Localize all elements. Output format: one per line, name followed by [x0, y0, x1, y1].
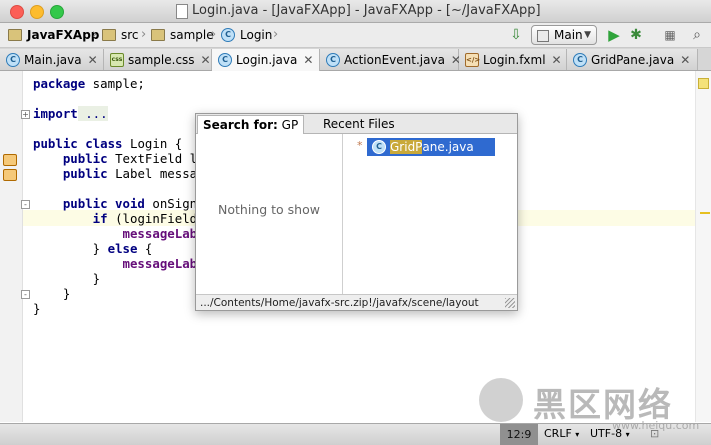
package-icon [151, 29, 165, 41]
run-config-icon [537, 30, 549, 42]
breadcrumb-separator-icon: › [92, 27, 98, 42]
recent-files-popup: Search for: GP Recent Files Nothing to s… [195, 113, 518, 311]
modified-star-icon: * [357, 139, 363, 152]
chevron-down-icon: ▼ [584, 30, 591, 40]
code-line: } [33, 301, 41, 316]
close-icon[interactable]: ✕ [552, 53, 562, 67]
class-icon: C [218, 53, 232, 67]
breadcrumb-src[interactable]: src [102, 27, 139, 43]
tab-sample-css[interactable]: css sample.css ✕ [104, 49, 212, 70]
css-file-icon: css [110, 52, 124, 67]
close-icon[interactable]: ✕ [201, 53, 211, 67]
caret-position[interactable]: 12:9 [500, 424, 538, 445]
chevron-down-icon: ▾ [575, 430, 580, 439]
breadcrumb-separator-icon: › [141, 27, 147, 42]
fold-collapse-icon[interactable]: - [21, 290, 30, 299]
fold-collapse-icon[interactable]: - [21, 200, 30, 209]
close-window-button[interactable] [10, 5, 24, 19]
code-line: } [33, 271, 101, 286]
class-icon: C [326, 52, 340, 67]
search-query: GP [281, 118, 299, 132]
tab-main-java[interactable]: C Main.java ✕ [0, 49, 104, 70]
tab-login-java[interactable]: C Login.java ✕ [212, 49, 320, 71]
error-stripe[interactable] [695, 71, 711, 422]
breadcrumb-separator-icon: › [273, 27, 279, 42]
popup-path-status: .../Contents/Home/javafx-src.zip!/javafx… [196, 294, 517, 310]
layout-icon[interactable]: ▦ [661, 26, 679, 44]
fxml-file-icon: </> [465, 52, 480, 67]
recent-files-tab[interactable]: Recent Files [323, 115, 395, 133]
editor-tab-bar: C Main.java ✕ css sample.css ✕ C Login.j… [0, 48, 711, 71]
minimize-window-button[interactable] [30, 5, 44, 19]
close-icon[interactable]: ✕ [680, 53, 690, 67]
status-bar: 12:9 CRLF ▾ UTF-8 ▾ ⊡ [0, 423, 711, 445]
code-line: if (loginField.g [33, 211, 213, 226]
title-bar: Login.java - [JavaFXApp] - JavaFXApp - [… [0, 0, 711, 23]
breadcrumb-package[interactable]: sample [151, 27, 214, 43]
folded-imports: ... [77, 106, 108, 121]
folder-icon [102, 29, 116, 41]
code-line: public void onSignIn [33, 196, 213, 211]
search-tab[interactable]: Search for: GP [197, 115, 305, 134]
code-line: messageLabel [33, 256, 213, 271]
code-line: public Label message [33, 166, 213, 181]
run-configuration-select[interactable]: Main ▼ [531, 25, 597, 45]
watermark-url: www.heiqu.com [612, 419, 700, 432]
tab-actionevent-java[interactable]: C ActionEvent.java ✕ [320, 49, 461, 70]
zoom-window-button[interactable] [50, 5, 64, 19]
field-binding-icon[interactable] [3, 154, 17, 166]
warning-marker[interactable] [700, 212, 710, 214]
editor-gutter [0, 71, 23, 422]
code-line: public TextField log [33, 151, 213, 166]
navigation-bar: JavaFXApp › src › sample › C Login › ⇩ M… [0, 23, 711, 48]
result-match-text: GridP [390, 140, 423, 154]
empty-state-text: Nothing to show [218, 202, 320, 217]
resize-grip-icon[interactable] [505, 298, 515, 308]
search-results-pane: Nothing to show [196, 134, 343, 294]
recent-file-item[interactable]: C GridP ane.java [367, 138, 495, 156]
line-ending-select[interactable]: CRLF ▾ [544, 427, 579, 440]
code-line: import ... [33, 106, 108, 121]
window-title: Login.java - [JavaFXApp] - JavaFXApp - [… [192, 3, 541, 18]
breadcrumb-class[interactable]: C Login [221, 27, 272, 43]
tab-login-fxml[interactable]: </> Login.fxml ✕ [459, 49, 567, 70]
warning-indicator-icon[interactable] [698, 78, 709, 89]
breadcrumb-project[interactable]: JavaFXApp [8, 27, 99, 43]
field-binding-icon[interactable] [3, 169, 17, 181]
code-line: public class Login { [33, 136, 183, 151]
class-icon: C [221, 28, 235, 42]
fold-expand-icon[interactable]: + [21, 110, 30, 119]
debug-icon[interactable]: ✱ [627, 26, 645, 44]
close-icon[interactable]: ✕ [88, 53, 98, 67]
project-folder-icon [8, 29, 22, 41]
class-icon: C [372, 140, 386, 154]
recent-files-pane: * C GridP ane.java [343, 134, 517, 294]
class-icon: C [573, 52, 587, 67]
result-rest-text: ane.java [422, 140, 474, 154]
build-icon[interactable]: ⇩ [507, 26, 525, 44]
code-line: messageLabel [33, 226, 213, 241]
popup-tab-bar: Search for: GP Recent Files [196, 114, 517, 134]
code-line: package sample; [33, 76, 145, 91]
code-line: } else { [33, 241, 153, 256]
search-icon[interactable]: ⌕ [688, 26, 706, 44]
code-line: } [33, 286, 71, 301]
class-icon: C [6, 52, 20, 67]
tab-gridpane-java[interactable]: C GridPane.java ✕ [567, 49, 698, 70]
breadcrumb-separator-icon: › [211, 27, 217, 42]
watermark-logo [479, 378, 523, 422]
run-icon[interactable]: ▶ [605, 26, 623, 44]
close-icon[interactable]: ✕ [303, 53, 313, 67]
document-icon [176, 4, 188, 19]
